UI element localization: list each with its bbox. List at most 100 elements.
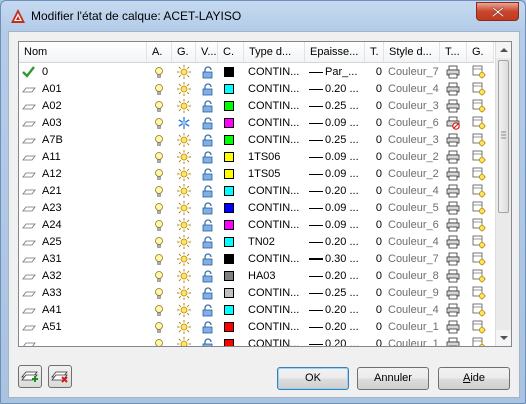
thawed-sun-icon[interactable] [177,167,191,181]
layer-linetype[interactable]: CONTIN... [248,64,303,81]
vertical-scrollbar[interactable] [495,42,511,346]
layer-linetype[interactable]: CONTIN... [248,217,303,234]
layer-lineweight[interactable]: 0.25 ... [309,98,364,115]
on-bulb-icon[interactable] [154,168,164,180]
table-row[interactable]: A03 CONTIN... 0.09 ... 0 Couleur_6 [19,115,494,132]
layer-transparency[interactable]: 0 [370,132,382,149]
plot-printer-icon[interactable] [446,320,460,334]
layer-lineweight[interactable]: 0.09 ... [309,200,364,217]
on-bulb-icon[interactable] [154,287,164,299]
layer-linetype[interactable]: 1TS06 [248,149,303,166]
unlock-icon[interactable] [202,83,213,96]
on-bulb-icon[interactable] [154,134,164,146]
layer-lineweight[interactable]: 0.30 ... [309,251,364,268]
layer-name[interactable]: A24 [42,217,142,234]
new-viewport-freeze-icon[interactable] [472,286,486,300]
new-viewport-freeze-icon[interactable] [472,218,486,232]
layer-name[interactable]: A23 [42,200,142,217]
no-plot-printer-icon[interactable] [446,116,460,130]
on-bulb-icon[interactable] [154,202,164,214]
unlock-icon[interactable] [202,66,213,79]
header-col-on[interactable]: A. [147,42,172,62]
title-bar[interactable]: Modifier l'état de calque: ACET-LAYISO [1,1,525,31]
layer-transparency[interactable]: 0 [370,234,382,251]
layer-color-swatch[interactable] [224,339,234,346]
layer-linetype[interactable]: CONTIN... [248,98,303,115]
layer-color-swatch[interactable] [224,169,234,179]
plot-printer-icon[interactable] [446,269,460,283]
layer-linetype[interactable]: CONTIN... [248,132,303,149]
layer-linetype[interactable]: CONTIN... [248,285,303,302]
new-viewport-freeze-icon[interactable] [472,65,486,79]
layer-linetype[interactable]: CONTIN... [248,183,303,200]
layer-name[interactable]: A33 [42,285,142,302]
unlock-icon[interactable] [202,185,213,198]
new-viewport-freeze-icon[interactable] [472,303,486,317]
header-col-linetype[interactable]: Type d... [244,42,305,62]
table-row[interactable]: A24 CONTIN... 0.09 ... 0 Couleur_6 [19,217,494,234]
unlock-icon[interactable] [202,100,213,113]
layer-color-swatch[interactable] [224,101,234,111]
layer-linetype[interactable]: CONTIN... [248,115,303,132]
new-viewport-freeze-icon[interactable] [472,116,486,130]
layer-transparency[interactable]: 0 [370,115,382,132]
layer-lineweight[interactable]: 0.09 ... [309,149,364,166]
plot-printer-icon[interactable] [446,150,460,164]
unlock-icon[interactable] [202,321,213,334]
layer-name[interactable]: A02 [42,98,142,115]
thawed-sun-icon[interactable] [177,184,191,198]
new-viewport-freeze-icon[interactable] [472,252,486,266]
unlock-icon[interactable] [202,134,213,147]
plot-printer-icon[interactable] [446,133,460,147]
ok-button[interactable]: OK [277,367,349,390]
on-bulb-icon[interactable] [154,117,164,129]
frozen-snowflake-icon[interactable] [177,116,191,130]
scroll-up-button[interactable] [496,42,511,58]
layer-plot-style[interactable]: Couleur_6 [388,217,440,234]
table-row[interactable]: A41 CONTIN... 0.20 ... 0 Couleur_4 [19,302,494,319]
layer-name[interactable]: A21 [42,183,142,200]
help-button[interactable]: Aide [438,367,510,390]
new-viewport-freeze-icon[interactable] [472,133,486,147]
thawed-sun-icon[interactable] [177,150,191,164]
layer-plot-style[interactable]: Couleur_7 [388,251,440,268]
table-row[interactable]: A32 HA03 0.20 ... 0 Couleur_8 [19,268,494,285]
unlock-icon[interactable] [202,202,213,215]
on-bulb-icon[interactable] [154,253,164,265]
layer-plot-style[interactable]: Couleur_3 [388,98,440,115]
layer-plot-style[interactable]: Couleur_9 [388,285,440,302]
header-col-transparency[interactable]: T. [365,42,384,62]
layer-lineweight[interactable]: 0.20 ... [309,302,364,319]
thawed-sun-icon[interactable] [177,303,191,317]
unlock-icon[interactable] [202,270,213,283]
table-row[interactable]: A7B CONTIN... 0.25 ... 0 Couleur_3 [19,132,494,149]
on-bulb-icon[interactable] [154,83,164,95]
layer-color-swatch[interactable] [224,237,234,247]
new-viewport-freeze-icon[interactable] [472,235,486,249]
layer-name[interactable]: A32 [42,268,142,285]
table-row[interactable]: A01 CONTIN... 0.20 ... 0 Couleur_4 [19,81,494,98]
layer-linetype[interactable]: TN02 [248,234,303,251]
layer-plot-style[interactable]: Couleur_8 [388,268,440,285]
delete-layer-state-button[interactable] [48,365,72,388]
on-bulb-icon[interactable] [154,151,164,163]
layer-plot-style[interactable]: Couleur_1 [388,336,440,346]
layer-transparency[interactable]: 0 [370,319,382,336]
thawed-sun-icon[interactable] [177,235,191,249]
layer-transparency[interactable]: 0 [370,98,382,115]
table-row[interactable]: CONTIN... 0.20 ... 0 Couleur_1 [19,336,494,346]
thawed-sun-icon[interactable] [177,286,191,300]
layer-transparency[interactable]: 0 [370,251,382,268]
unlock-icon[interactable] [202,219,213,232]
layer-plot-style[interactable]: Couleur_7 [388,64,440,81]
layer-color-swatch[interactable] [224,322,234,332]
layer-transparency[interactable]: 0 [370,183,382,200]
layer-name[interactable]: A25 [42,234,142,251]
layer-plot-style[interactable]: Couleur_2 [388,166,440,183]
header-col-freeze[interactable]: G. [172,42,196,62]
layer-transparency[interactable]: 0 [370,166,382,183]
unlock-icon[interactable] [202,304,213,317]
plot-printer-icon[interactable] [446,201,460,215]
layer-linetype[interactable]: CONTIN... [248,319,303,336]
layer-plot-style[interactable]: Couleur_2 [388,149,440,166]
